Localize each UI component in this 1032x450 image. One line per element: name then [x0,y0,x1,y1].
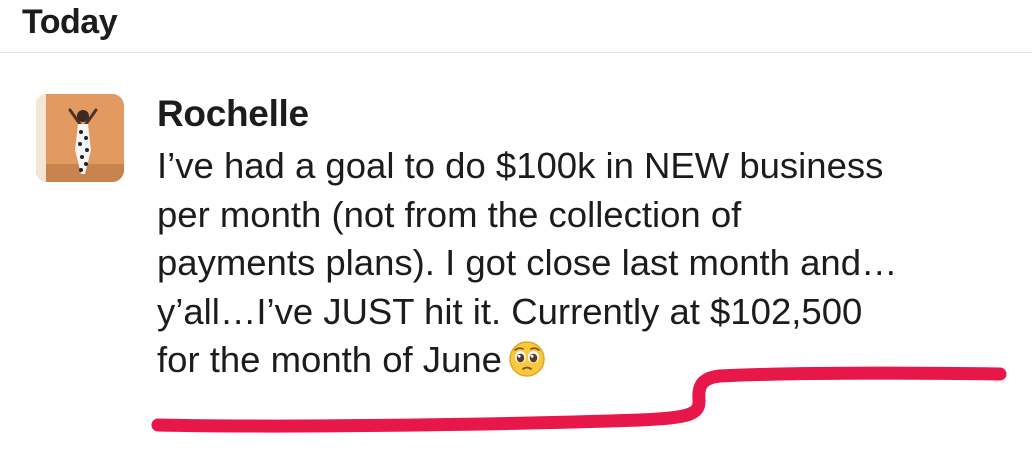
message-line-text: for the month of June [157,339,502,380]
chat-message: Rochelle I’ve had a goal to do $100k in … [157,90,1017,391]
day-divider [0,52,1032,53]
day-header: Today [22,3,118,41]
user-photo-avatar-icon [36,94,124,182]
pleading-face-emoji-icon [508,340,546,391]
avatar[interactable] [36,94,124,182]
sender-name[interactable]: Rochelle [157,90,1017,138]
message-line-last: for the month of June [157,336,1017,391]
message-line: per month (not from the collection of [157,193,742,235]
message-body: I’ve had a goal to do $100k in NEW busin… [157,142,1017,391]
message-line: y’all…I’ve JUST hit it. Currently at $10… [157,290,863,332]
message-line: payments plans). I got close last month … [157,242,898,283]
message-line: I’ve had a goal to do $100k in NEW busin… [157,145,884,186]
